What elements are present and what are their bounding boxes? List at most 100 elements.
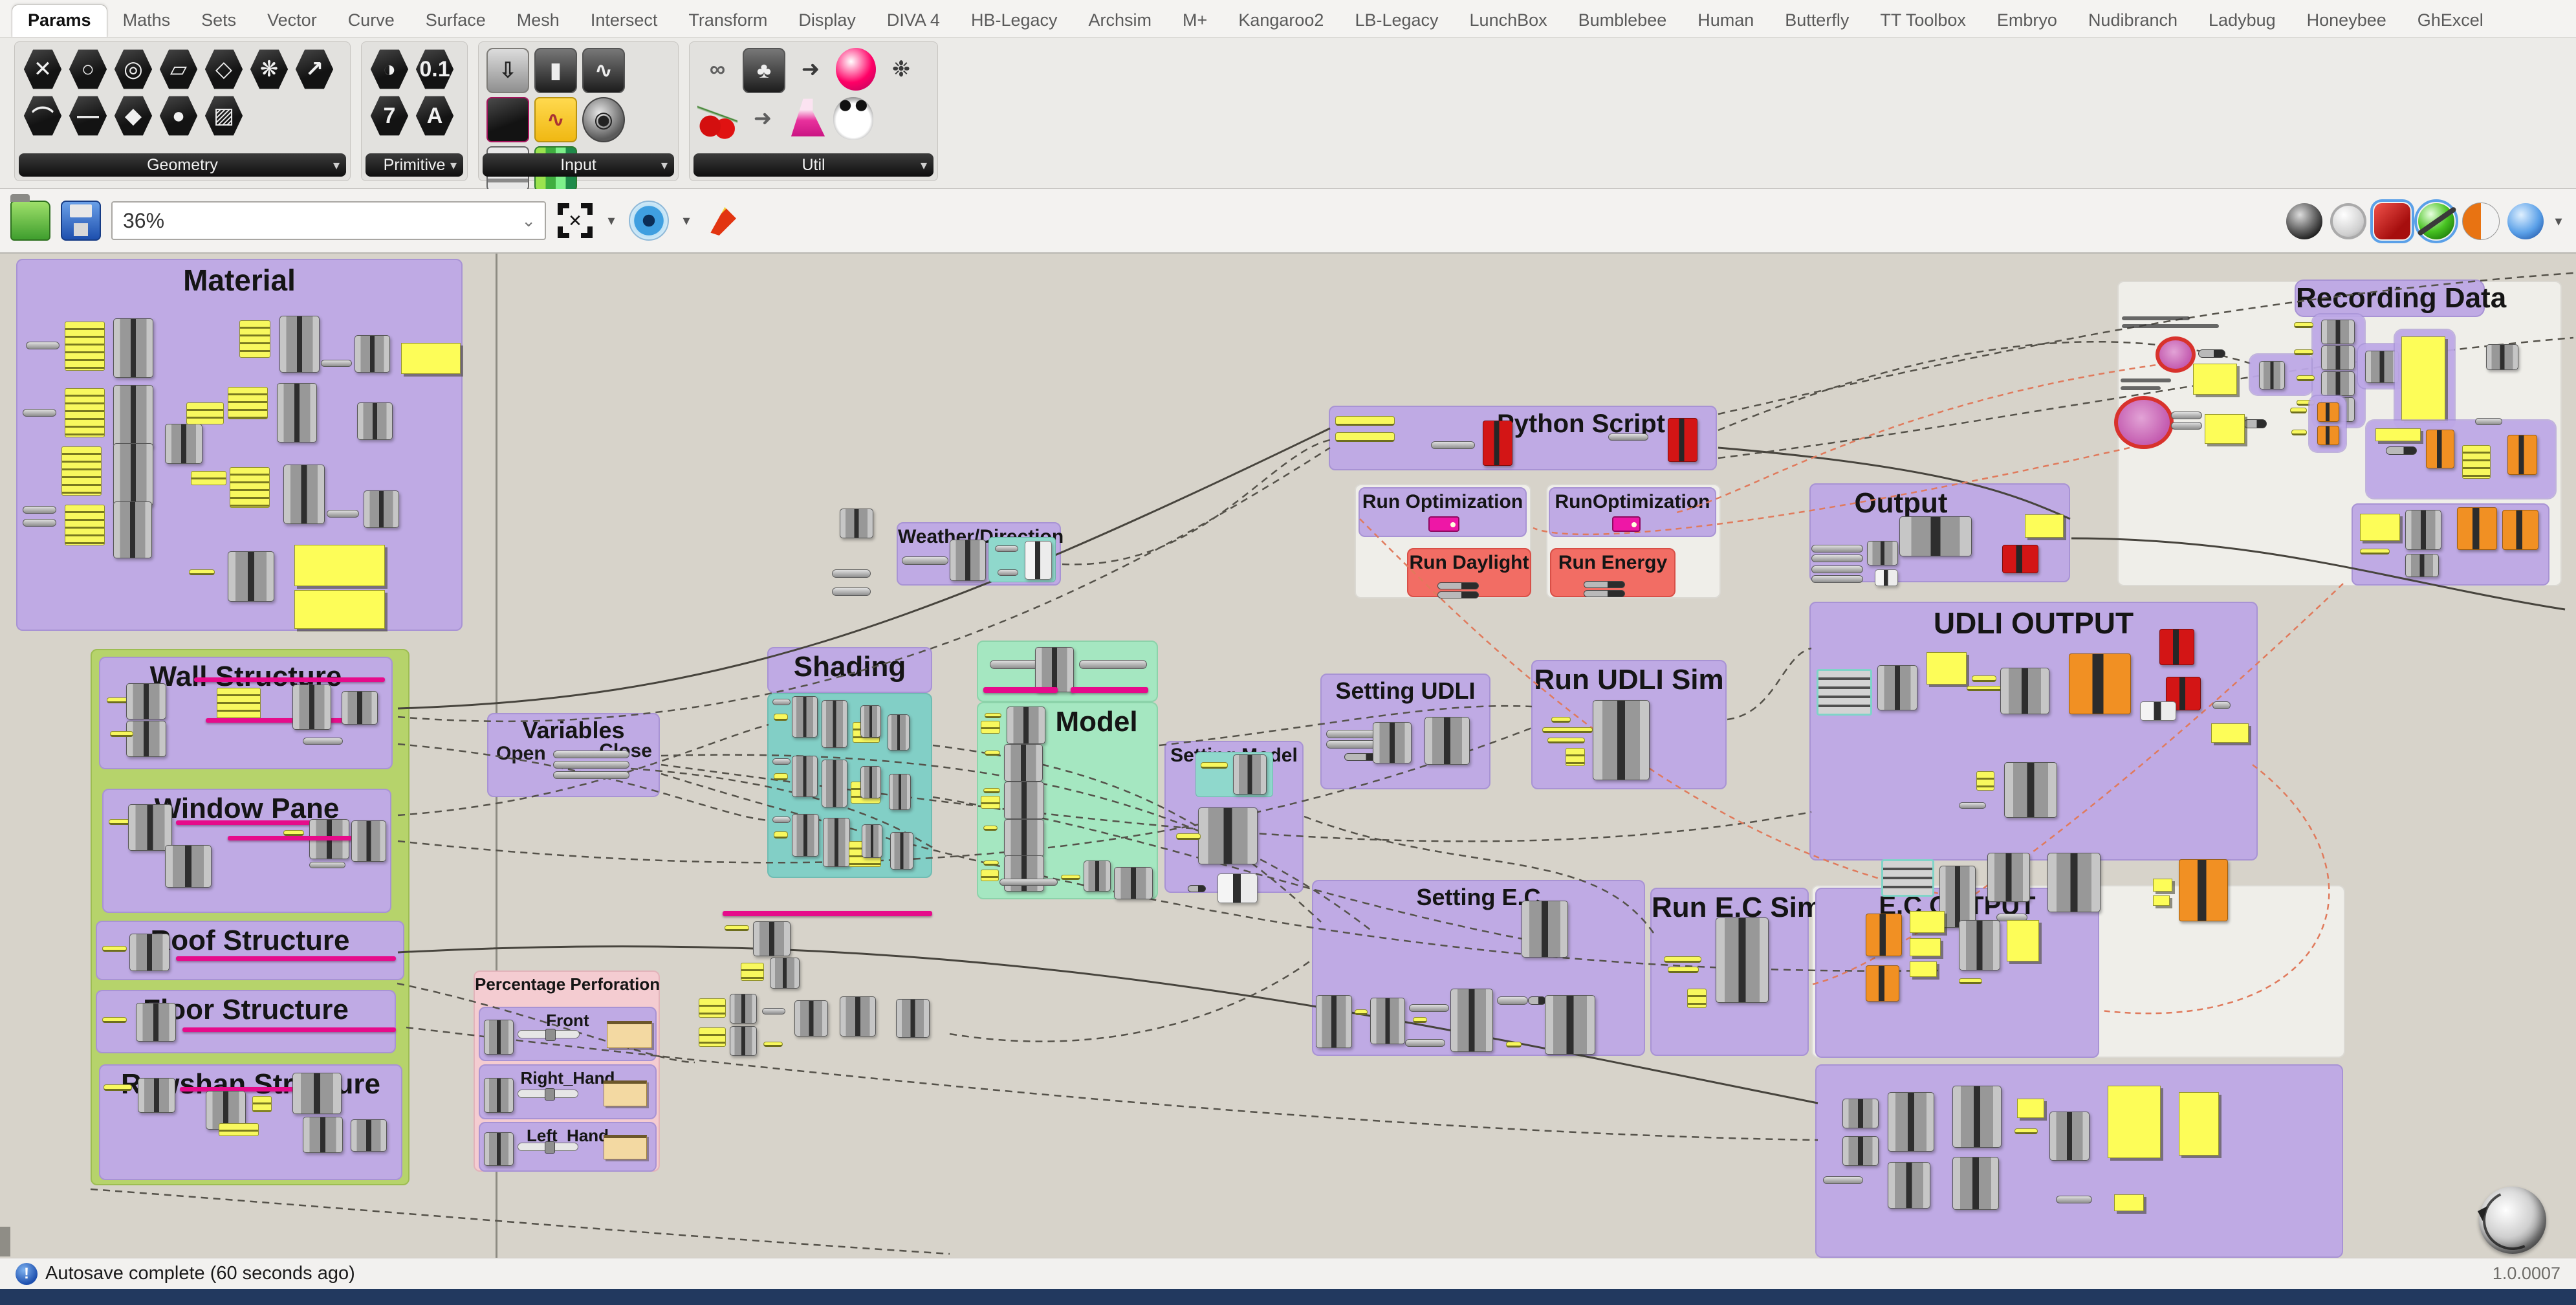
node-comp[interactable] — [1867, 541, 1898, 565]
menu-tab-curve[interactable]: Curve — [333, 5, 410, 37]
node-slider[interactable] — [2290, 408, 2307, 413]
node-comp[interactable] — [484, 1132, 514, 1166]
node-track[interactable] — [518, 1143, 578, 1151]
node-slider[interactable] — [983, 826, 998, 831]
node-comp[interactable] — [126, 721, 166, 757]
node-comp[interactable] — [1952, 1086, 2002, 1148]
number-icon[interactable]: 0.1 — [415, 48, 455, 91]
node-comp[interactable] — [1316, 995, 1352, 1048]
util-group-label[interactable]: Util▾ — [693, 153, 933, 177]
node-cap[interactable] — [303, 738, 343, 745]
node-track[interactable] — [518, 1030, 580, 1038]
node-comp[interactable] — [1233, 754, 1267, 795]
node-cap[interactable] — [1326, 730, 1377, 738]
node-sstack[interactable] — [230, 467, 270, 508]
group-shading-header[interactable]: Shading — [767, 647, 932, 693]
node-comp[interactable] — [292, 685, 331, 730]
node-cap[interactable] — [23, 409, 56, 417]
node-comp[interactable] — [1450, 989, 1493, 1052]
node-comp[interactable] — [136, 1003, 176, 1042]
node-comp[interactable] — [292, 1073, 342, 1114]
only-draw-selected-icon[interactable] — [2418, 203, 2454, 239]
node-comp[interactable] — [862, 824, 882, 858]
node-cap[interactable] — [1811, 554, 1863, 562]
node-comp[interactable] — [1084, 861, 1111, 892]
node-cap[interactable] — [1811, 575, 1863, 583]
node-comp[interactable] — [357, 402, 393, 440]
menu-tab-lb-legacy[interactable]: LB-Legacy — [1339, 5, 1454, 37]
node-capd[interactable] — [2198, 349, 2225, 358]
geometry-param-icon[interactable]: ✕ — [23, 48, 63, 91]
node-track[interactable] — [518, 1090, 578, 1098]
node-panel[interactable] — [2025, 514, 2064, 538]
node-cap[interactable] — [772, 817, 791, 823]
preview-eye-icon[interactable] — [629, 201, 669, 241]
node-sstack[interactable] — [2462, 445, 2491, 479]
node-cap[interactable] — [1405, 1039, 1445, 1047]
spiral-icon[interactable]: ◎ — [113, 48, 153, 91]
menu-tab-ladybug[interactable]: Ladybug — [2193, 5, 2291, 37]
node-comp[interactable] — [860, 766, 881, 798]
node-compw[interactable] — [1217, 873, 1258, 903]
node-comp[interactable] — [126, 683, 166, 719]
node-cap[interactable] — [309, 862, 345, 868]
node-slider[interactable] — [1355, 1009, 1368, 1015]
node-cap[interactable] — [1959, 802, 1986, 809]
node-slider[interactable] — [985, 713, 1001, 718]
node-cap[interactable] — [902, 556, 948, 565]
node-comp[interactable] — [792, 814, 819, 857]
node-sstack[interactable] — [1566, 748, 1585, 766]
menu-tab-embryo[interactable]: Embryo — [1981, 5, 2073, 37]
node-sstack[interactable] — [217, 688, 261, 721]
node-panel[interactable] — [2193, 364, 2237, 395]
node-slider[interactable] — [1201, 762, 1228, 769]
menu-tab-honeybee[interactable]: Honeybee — [2291, 5, 2402, 37]
node-red[interactable] — [1668, 418, 1697, 462]
node-cap[interactable] — [1497, 996, 1528, 1005]
node-panel[interactable] — [1927, 652, 1967, 685]
node-comp[interactable] — [2405, 510, 2441, 550]
toggle-icon[interactable]: ▮ — [534, 48, 577, 93]
node-orange[interactable] — [2069, 653, 2131, 714]
node-comp[interactable] — [1007, 707, 1045, 744]
node-panel[interactable] — [2114, 1194, 2144, 1211]
menu-tab-lunchbox[interactable]: LunchBox — [1454, 5, 1563, 37]
node-comp[interactable] — [128, 804, 172, 851]
node-capd[interactable] — [1584, 581, 1625, 588]
node-orange[interactable] — [1866, 914, 1902, 956]
node-slider[interactable] — [1506, 1042, 1522, 1047]
node-comp[interactable] — [2259, 361, 2285, 389]
document-preview-icon[interactable] — [2462, 203, 2500, 240]
node-comp[interactable] — [1877, 665, 1917, 710]
node-cap[interactable] — [995, 545, 1018, 552]
brep-icon[interactable]: ● — [158, 94, 199, 137]
node-cap[interactable] — [998, 569, 1018, 576]
menu-tab-tt-toolbox[interactable]: TT Toolbox — [1864, 5, 1981, 37]
node-sstack[interactable] — [186, 402, 224, 424]
node-paneltan[interactable] — [604, 1080, 647, 1106]
relay-dark-icon[interactable]: ➜ — [791, 48, 831, 91]
node-sstack[interactable] — [252, 1096, 272, 1112]
node-cap[interactable] — [553, 771, 629, 779]
node-paneltan[interactable] — [607, 1021, 652, 1048]
node-comp[interactable] — [165, 424, 202, 464]
menu-tab-archsim[interactable]: Archsim — [1073, 5, 1168, 37]
node-panel[interactable] — [2153, 879, 2172, 892]
node-comp[interactable] — [1522, 901, 1568, 958]
node-comp[interactable] — [2321, 371, 2355, 396]
menu-tab-human[interactable]: Human — [1682, 5, 1769, 37]
node-comp[interactable] — [792, 696, 818, 738]
node-panel[interactable] — [2017, 1099, 2044, 1118]
node-orange[interactable] — [2507, 435, 2537, 475]
node-slider[interactable] — [2360, 549, 2390, 554]
node-comp[interactable] — [2321, 345, 2355, 370]
node-orange[interactable] — [2317, 402, 2339, 422]
primitive-group-label[interactable]: Primitive▾ — [366, 153, 463, 177]
open-file-icon[interactable] — [10, 201, 50, 241]
node-comp[interactable] — [228, 551, 274, 602]
wireframe-preview-icon[interactable] — [2330, 203, 2366, 239]
node-comp[interactable] — [890, 832, 913, 870]
circle-icon[interactable]: ○ — [68, 48, 108, 91]
menu-tab-display[interactable]: Display — [783, 5, 871, 37]
menu-tab-nudibranch[interactable]: Nudibranch — [2073, 5, 2193, 37]
